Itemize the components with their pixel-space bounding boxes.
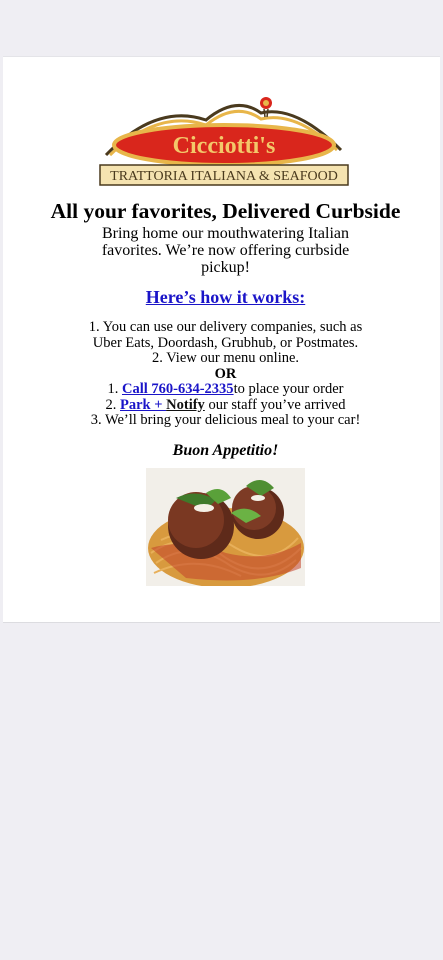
intro-text: Bring home our mouthwatering Italian fav… [101, 225, 350, 276]
headline: All your favorites, Delivered Curbside [50, 199, 401, 223]
spaghetti-meatballs-photo [146, 468, 305, 586]
step-line: 3. We’ll bring your delicious meal to yo… [90, 412, 361, 428]
signoff: Buon Appetitio! [172, 442, 279, 459]
park-link[interactable]: Park + [120, 397, 166, 413]
call-prefix: 1. [107, 381, 122, 397]
how-it-works-heading: Here’s how it works: [3, 286, 443, 308]
park-suffix: our staff you’ve arrived [204, 396, 346, 413]
step-line: 1. You can use our delivery companies, s… [88, 319, 363, 335]
how-it-works-link[interactable]: Here’s how it works: [146, 287, 305, 307]
restaurant-logo: Cicciotti's TRATTORIA ITALIANA & SEAFOOD [99, 97, 349, 186]
call-phone-link[interactable]: Call 760-634-2335 [122, 381, 234, 397]
notify-link[interactable]: Notify [166, 397, 205, 413]
logo-tagline: TRATTORIA ITALIANA & SEAFOOD [110, 169, 338, 184]
call-suffix: to place your order [233, 381, 344, 397]
logo-wordmark: Cicciotti's [173, 133, 276, 159]
park-step: 2. Park + Notify our staff you’ve arrive… [63, 396, 388, 414]
or-divider: OR [214, 365, 237, 382]
email-card: Cicciotti's TRATTORIA ITALIANA & SEAFOOD… [3, 56, 440, 623]
step-line: 2. View our menu online. [151, 350, 300, 366]
step-line: Uber Eats, Doordash, Grubhub, or Postmat… [92, 334, 359, 351]
park-prefix: 2. [105, 396, 121, 413]
steps-list: 1. You can use our delivery companies, s… [63, 319, 388, 429]
call-step: 1. Call 760-634-2335to place your order [63, 381, 388, 398]
